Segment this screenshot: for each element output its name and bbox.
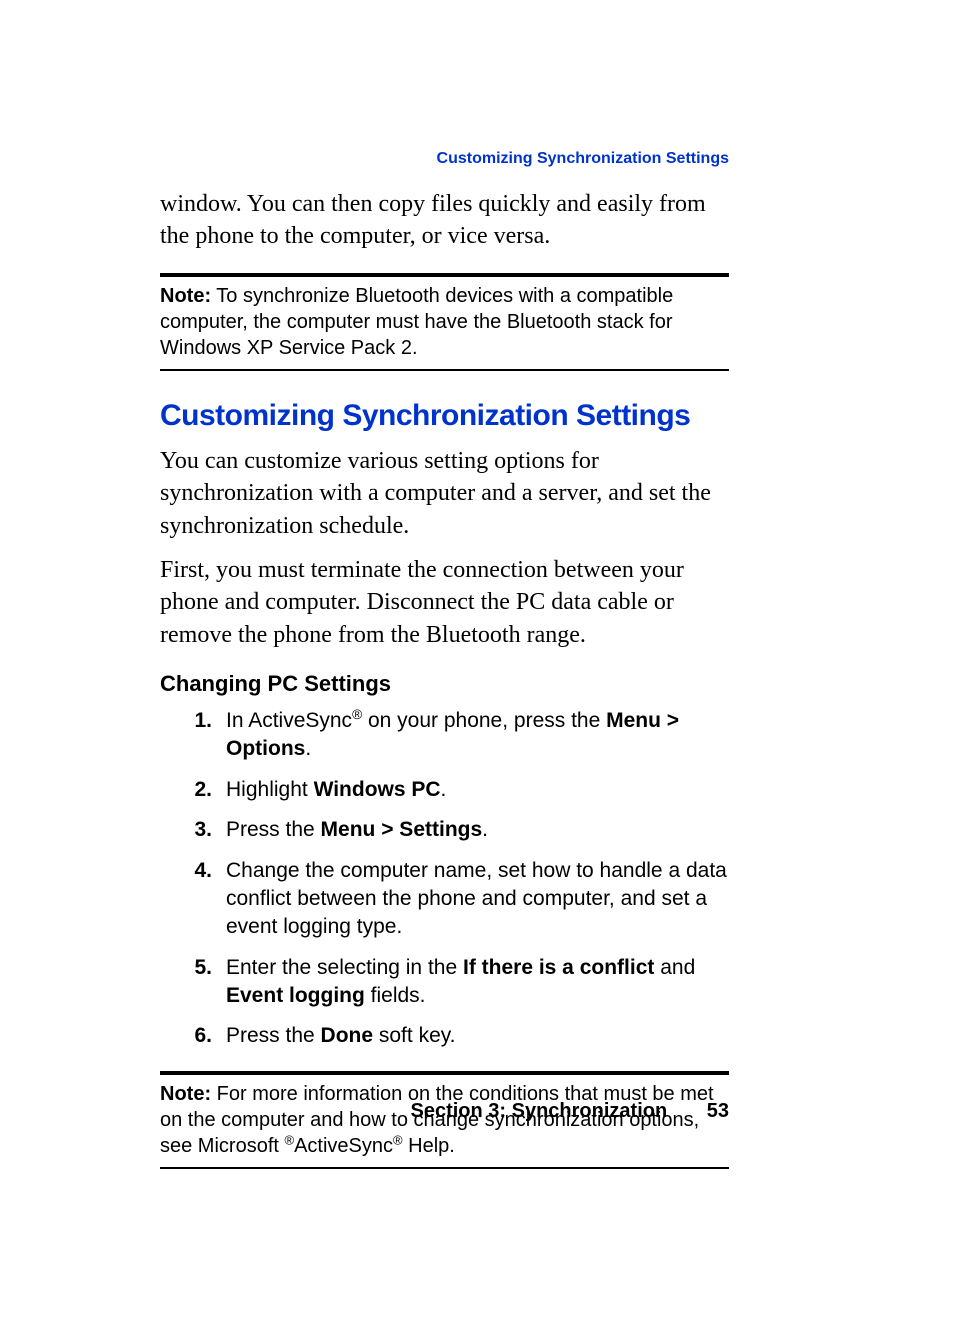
note-box-1: Note: To synchronize Bluetooth devices w…: [160, 273, 729, 371]
note-text-mid: ActiveSync: [294, 1135, 393, 1157]
registered-symbol: ®: [393, 1132, 403, 1147]
step-number: 1.: [160, 707, 226, 764]
step-number: 3.: [160, 816, 226, 844]
step-number: 2.: [160, 776, 226, 804]
sub-heading: Changing PC Settings: [160, 671, 729, 697]
page: Customizing Synchronization Settings win…: [0, 0, 954, 1319]
step-text: Press the Done soft key.: [226, 1022, 729, 1050]
step-1: 1. In ActiveSync® on your phone, press t…: [160, 707, 729, 764]
paragraph-2: First, you must terminate the connection…: [160, 554, 729, 651]
step-3: 3. Press the Menu > Settings.: [160, 816, 729, 844]
step-5: 5. Enter the selecting in the If there i…: [160, 954, 729, 1011]
section-heading: Customizing Synchronization Settings: [160, 399, 729, 433]
note-text: To synchronize Bluetooth devices with a …: [160, 285, 673, 359]
steps-list: 1. In ActiveSync® on your phone, press t…: [160, 707, 729, 1050]
paragraph-1: You can customize various setting option…: [160, 445, 729, 542]
note-text-post: Help.: [403, 1135, 455, 1157]
step-6: 6. Press the Done soft key.: [160, 1022, 729, 1050]
note-label: Note:: [160, 285, 211, 307]
page-footer: Section 3: Synchronization 53: [410, 1100, 729, 1123]
page-number: 53: [707, 1100, 729, 1122]
registered-symbol: ®: [284, 1132, 294, 1147]
step-text: Press the Menu > Settings.: [226, 816, 729, 844]
footer-section: Section 3: Synchronization: [410, 1100, 667, 1122]
step-4: 4. Change the computer name, set how to …: [160, 857, 729, 942]
step-2: 2. Highlight Windows PC.: [160, 776, 729, 804]
note-label: Note:: [160, 1083, 211, 1105]
step-text: In ActiveSync® on your phone, press the …: [226, 707, 729, 764]
intro-continuation: window. You can then copy files quickly …: [160, 188, 729, 253]
running-head: Customizing Synchronization Settings: [437, 150, 729, 168]
step-text: Highlight Windows PC.: [226, 776, 729, 804]
step-number: 4.: [160, 857, 226, 942]
step-number: 5.: [160, 954, 226, 1011]
step-text: Change the computer name, set how to han…: [226, 857, 729, 942]
registered-symbol: ®: [352, 707, 362, 722]
step-number: 6.: [160, 1022, 226, 1050]
content-block: window. You can then copy files quickly …: [160, 188, 729, 1169]
step-text: Enter the selecting in the If there is a…: [226, 954, 729, 1011]
